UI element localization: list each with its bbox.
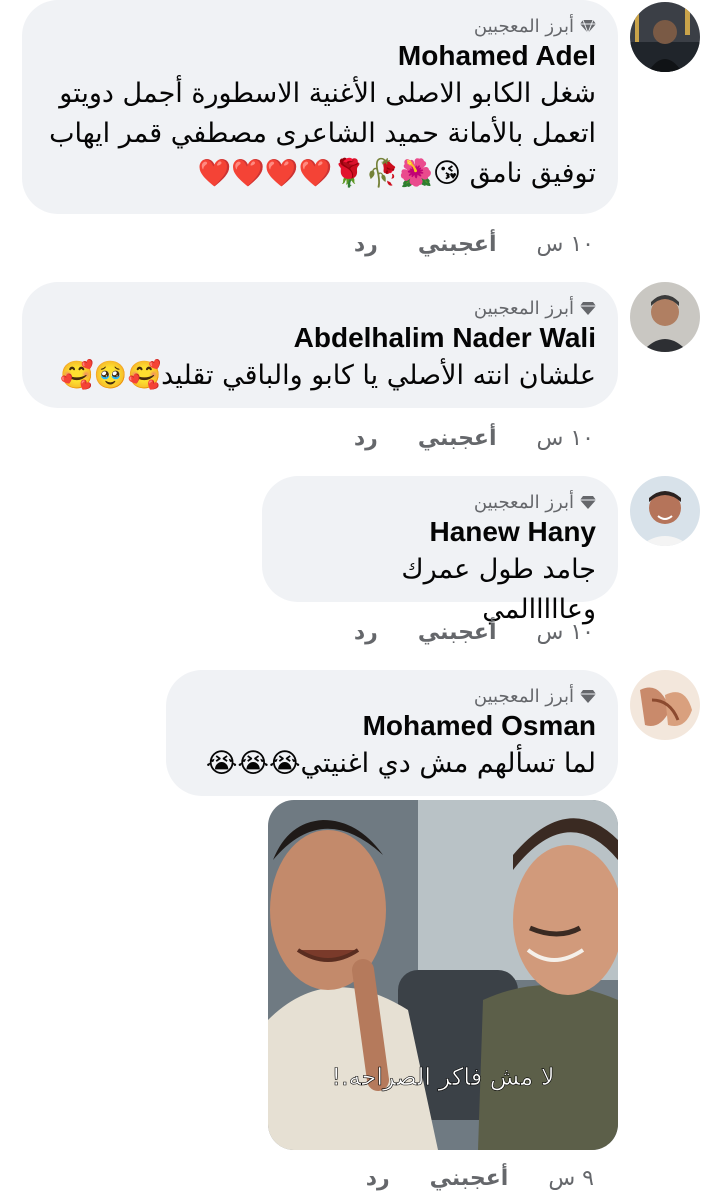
reply-button[interactable]: رد <box>366 1166 390 1191</box>
comment-bubble: أبرز المعجبين Mohamed Adel شغل الكابو ال… <box>22 0 618 214</box>
avatar[interactable] <box>630 282 700 352</box>
like-button[interactable]: أعجبني <box>430 1166 509 1191</box>
comment-actions: ١٠ س أعجبني رد <box>354 232 594 257</box>
top-fan-badge: أبرز المعجبين <box>284 490 596 514</box>
comment-bubble: أبرز المعجبين Mohamed Osman لما تسألهم م… <box>166 670 618 796</box>
avatar[interactable] <box>630 2 700 72</box>
diamond-icon <box>580 19 596 34</box>
comment-time[interactable]: ١٠ س <box>537 232 595 257</box>
comment-bubble: أبرز المعجبين Hanew Hany جامد طول عمرك و… <box>262 476 618 625</box>
comment-text: علشان انته الأصلي يا كابو والباقي تقليد🥰… <box>60 360 596 391</box>
comment-text: شغل الكابو الاصلى الأغنية الاسطورة أجمل … <box>49 78 596 189</box>
comment-time[interactable]: ١٠ س <box>537 426 595 451</box>
comment-actions: ١٠ س أعجبني رد <box>354 426 594 451</box>
diamond-icon <box>580 496 596 509</box>
top-fan-badge: أبرز المعجبين <box>44 296 596 320</box>
badge-label: أبرز المعجبين <box>473 685 574 707</box>
avatar[interactable] <box>630 670 700 740</box>
badge-label: أبرز المعجبين <box>473 15 574 37</box>
diamond-icon <box>580 302 596 315</box>
comment-time[interactable]: ١٠ س <box>537 620 595 645</box>
badge-label: أبرز المعجبين <box>473 297 574 319</box>
top-fan-badge: أبرز المعجبين <box>44 14 596 38</box>
meme-caption: لا مش فاكر الصراحه.! <box>331 1063 554 1091</box>
meme-image[interactable]: لا مش فاكر الصراحه.! <box>268 800 618 1150</box>
top-fan-badge: أبرز المعجبين <box>188 684 596 708</box>
comment-text: لما تسألهم مش دي اغنيتي😭😭😭 <box>205 748 596 779</box>
comment-bubble: أبرز المعجبين Abdelhalim Nader Wali علشا… <box>22 282 618 408</box>
like-button[interactable]: أعجبني <box>418 426 497 451</box>
diamond-icon <box>580 690 596 703</box>
comment-time[interactable]: ٩ س <box>548 1166 594 1191</box>
like-button[interactable]: أعجبني <box>418 232 497 257</box>
reply-button[interactable]: رد <box>354 620 378 645</box>
comment-actions: ٩ س أعجبني رد <box>366 1166 594 1191</box>
badge-label: أبرز المعجبين <box>473 491 574 513</box>
like-button[interactable]: أعجبني <box>418 620 497 645</box>
commenter-name[interactable]: Abdelhalim Nader Wali <box>44 320 596 356</box>
comment-text: جامد طول عمرك وعااااالمي <box>401 554 596 625</box>
comment-actions: ١٠ س أعجبني رد <box>354 620 594 645</box>
commenter-name[interactable]: Hanew Hany <box>284 514 597 550</box>
reply-button[interactable]: رد <box>354 426 378 451</box>
avatar[interactable] <box>630 476 700 546</box>
commenter-name[interactable]: Mohamed Osman <box>188 708 596 744</box>
commenter-name[interactable]: Mohamed Adel <box>44 38 596 74</box>
reply-button[interactable]: رد <box>354 232 378 257</box>
